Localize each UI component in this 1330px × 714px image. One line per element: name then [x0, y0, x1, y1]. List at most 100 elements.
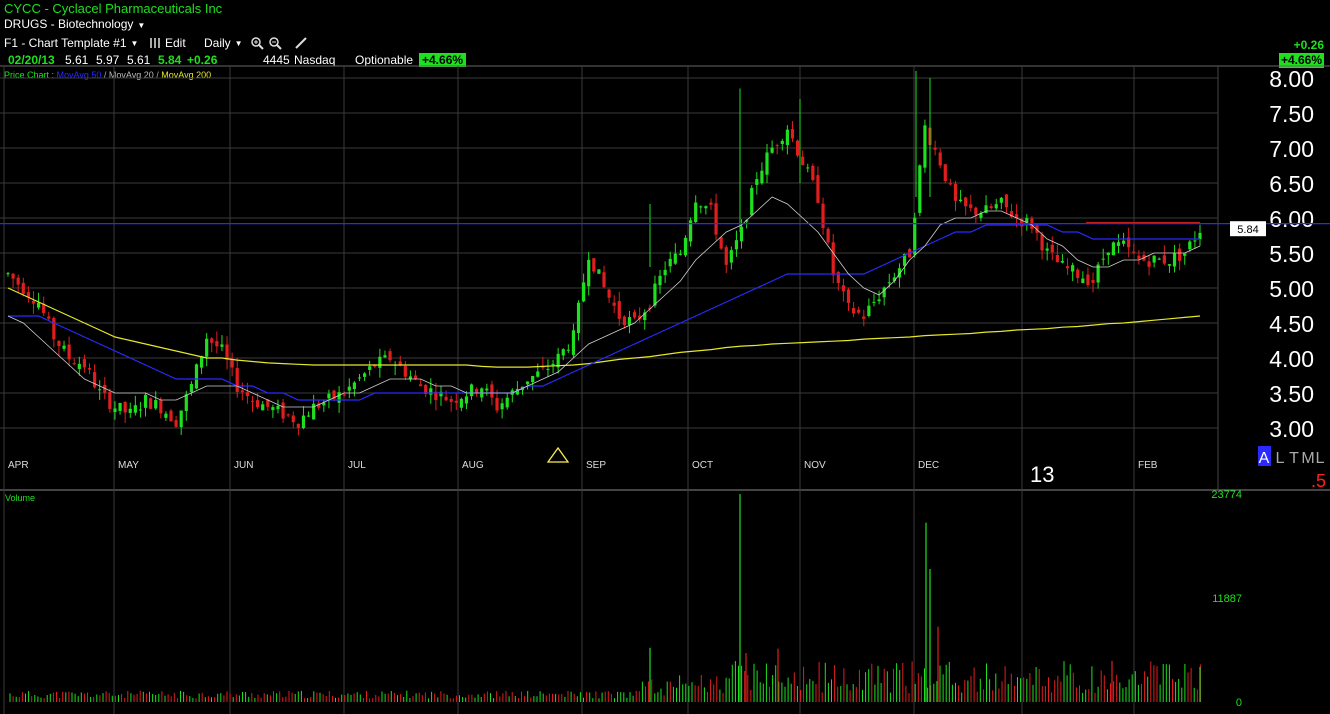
price-volume-chart[interactable]: 3.00 3.50 4.00 4.50 5.00 5.50 6.00 6.50 7.00 7.50…	[0, 0, 1330, 714]
candle-down	[169, 410, 173, 422]
price-tick-label: 5.50	[1269, 241, 1314, 267]
price-tick-label: 4.00	[1269, 346, 1314, 372]
candle-down	[933, 147, 937, 150]
candle-down	[714, 203, 718, 235]
candle-down	[989, 206, 993, 209]
candle-down	[21, 282, 25, 294]
volume-tick-label: 23774	[1211, 489, 1242, 501]
candle-up	[999, 197, 1003, 203]
candle-down	[454, 400, 458, 403]
candle-down	[831, 242, 835, 276]
candle-up	[383, 355, 387, 358]
candle-down	[821, 203, 825, 229]
candle-up	[1172, 253, 1177, 267]
candle-up	[918, 165, 922, 213]
axis-mode-m[interactable]: M	[1301, 450, 1314, 467]
candle-down	[1137, 255, 1141, 259]
candle-down	[953, 183, 958, 201]
candle-down	[719, 237, 723, 249]
candle-up	[958, 199, 963, 202]
candle-down	[592, 258, 596, 272]
candle-down	[1162, 255, 1166, 264]
candle-up	[113, 408, 117, 412]
volume-label: Volume	[5, 493, 35, 503]
candle-down	[1086, 274, 1090, 286]
candle-up	[261, 404, 265, 411]
candle-down	[57, 340, 61, 347]
candle-down	[235, 368, 239, 392]
candle-down	[159, 400, 163, 414]
candle-up	[301, 415, 306, 429]
candle-up	[1101, 258, 1105, 260]
ma50-line	[8, 224, 1200, 401]
volume-tick-label: 11887	[1212, 593, 1242, 605]
corner-value: .5	[1311, 471, 1326, 491]
axis-mode-l[interactable]: L	[1276, 450, 1285, 467]
candle-up	[867, 305, 871, 316]
candle-up	[561, 349, 565, 356]
candle-down	[841, 285, 846, 292]
candle-up	[220, 344, 224, 347]
candle-up	[760, 170, 764, 184]
price-tick-label: 7.00	[1269, 136, 1314, 162]
candle-up	[194, 364, 199, 389]
candle-down	[974, 207, 978, 215]
candle-down	[47, 316, 51, 319]
axis-mode-t[interactable]: T	[1289, 450, 1299, 467]
candle-down	[281, 402, 285, 419]
month-label: APR	[8, 460, 29, 471]
candle-down	[92, 372, 97, 388]
candle-up	[1060, 261, 1065, 263]
candle-down	[795, 140, 800, 156]
candle-down	[87, 368, 92, 370]
candle-up	[1081, 278, 1085, 284]
month-label: FEB	[1138, 460, 1158, 471]
candle-up	[531, 375, 535, 383]
candle-up	[189, 384, 193, 393]
candle-up	[352, 382, 356, 390]
candle-down	[342, 394, 346, 396]
candle-up	[627, 317, 632, 326]
axis-mode-l2[interactable]: L	[1316, 450, 1325, 467]
candle-down	[709, 202, 713, 205]
candle-up	[1045, 248, 1049, 251]
candle-down	[1091, 279, 1095, 283]
axis-mode-a[interactable]: A	[1259, 450, 1270, 467]
candle-up	[118, 402, 122, 411]
earnings-marker-icon[interactable]	[546, 446, 570, 463]
candle-down	[82, 359, 87, 368]
candle-down	[16, 277, 20, 285]
candle-down	[1040, 234, 1044, 251]
candle-up	[658, 275, 662, 286]
month-label: OCT	[692, 460, 713, 471]
candle-up	[1183, 253, 1187, 256]
candle-down	[240, 390, 244, 393]
candle-down	[1076, 269, 1080, 278]
candle-up	[62, 345, 66, 349]
candle-down	[969, 204, 973, 208]
candle-up	[597, 269, 601, 274]
candle-down	[622, 316, 626, 326]
candle-up	[683, 237, 688, 256]
candle-up	[587, 259, 591, 287]
candle-down	[846, 289, 851, 303]
candle-up	[459, 398, 463, 408]
candle-down	[1004, 194, 1009, 208]
candle-up	[271, 407, 275, 411]
price-tick-label: 8.00	[1269, 66, 1314, 92]
month-label: AUG	[462, 460, 484, 471]
candle-down	[256, 400, 260, 408]
candle-down	[123, 402, 127, 413]
candle-up	[571, 330, 576, 355]
candle-down	[1065, 266, 1070, 269]
month-label: NOV	[804, 460, 826, 471]
candle-up	[729, 250, 733, 263]
candle-down	[826, 228, 830, 243]
candle-up	[464, 396, 469, 404]
candle-up	[576, 302, 581, 334]
candle-up	[734, 240, 739, 250]
candle-down	[72, 363, 76, 365]
candle-up	[551, 363, 555, 366]
candle-up	[184, 394, 188, 412]
candle-up	[582, 282, 586, 302]
